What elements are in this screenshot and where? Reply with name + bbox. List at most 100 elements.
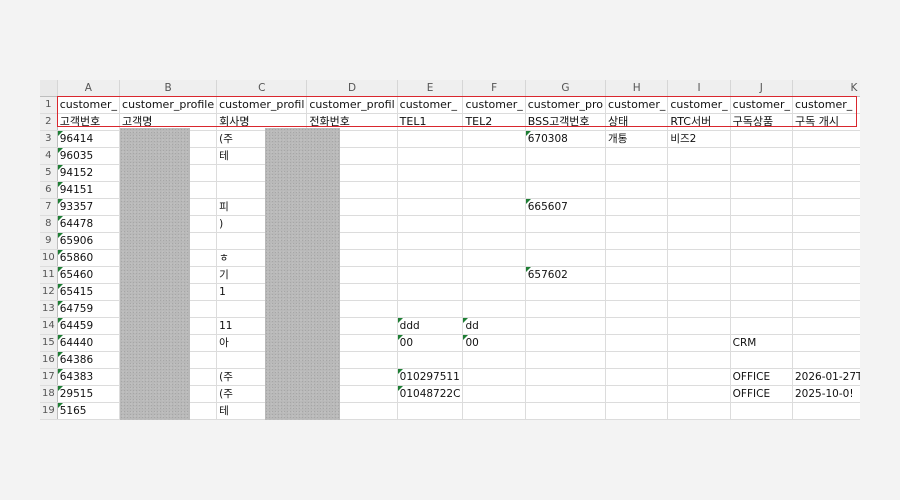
cell-h14[interactable] (605, 317, 669, 335)
cell-i7[interactable] (667, 198, 731, 216)
cell-a7[interactable]: 93357 (57, 198, 121, 216)
cell-i17[interactable] (667, 368, 731, 386)
cell-a14[interactable]: 64459 (57, 317, 121, 335)
cell-k8[interactable] (792, 215, 860, 233)
cell-d1[interactable]: customer_profil (306, 96, 398, 114)
cell-e19[interactable] (397, 402, 464, 420)
cell-g8[interactable] (525, 215, 607, 233)
cell-h15[interactable] (605, 334, 669, 352)
cell-g15[interactable] (525, 334, 607, 352)
cell-f20[interactable] (462, 419, 526, 420)
cell-k19[interactable] (792, 402, 860, 420)
cell-j3[interactable] (730, 130, 793, 148)
cell-i2[interactable]: RTC서버 (667, 113, 731, 131)
cell-f15[interactable]: 00 (462, 334, 526, 352)
cell-h2[interactable]: 상태 (605, 113, 669, 131)
cell-h8[interactable] (605, 215, 669, 233)
cell-h3[interactable]: 개통 (605, 130, 669, 148)
cell-h19[interactable] (605, 402, 669, 420)
cell-g17[interactable] (525, 368, 607, 386)
cell-b1[interactable]: customer_profile (119, 96, 218, 114)
cell-f8[interactable] (462, 215, 526, 233)
cell-a19[interactable]: 5165 (57, 402, 121, 420)
cell-j13[interactable] (730, 300, 793, 318)
cell-h6[interactable] (605, 181, 669, 199)
cell-c1[interactable]: customer_profil (216, 96, 308, 114)
cell-f16[interactable] (462, 351, 526, 369)
row-header[interactable]: 4 (40, 147, 58, 165)
cell-e20[interactable] (397, 419, 464, 420)
cell-e6[interactable] (397, 181, 464, 199)
row-header[interactable]: 2 (40, 113, 58, 131)
cell-f6[interactable] (462, 181, 526, 199)
cell-g3[interactable]: 670308 (525, 130, 607, 148)
cell-i12[interactable] (667, 283, 731, 301)
column-header-k[interactable]: K (792, 80, 860, 97)
row-header[interactable]: 3 (40, 130, 58, 148)
row-header[interactable]: 13 (40, 300, 58, 318)
cell-h4[interactable] (605, 147, 669, 165)
cell-e7[interactable] (397, 198, 464, 216)
column-header-a[interactable]: A (57, 80, 121, 97)
cell-j19[interactable] (730, 402, 793, 420)
cell-j5[interactable] (730, 164, 793, 182)
row-header[interactable]: 7 (40, 198, 58, 216)
cell-i18[interactable] (667, 385, 731, 403)
cell-a8[interactable]: 64478 (57, 215, 121, 233)
cell-g14[interactable] (525, 317, 607, 335)
cell-j6[interactable] (730, 181, 793, 199)
cell-e18[interactable]: 01048722C (397, 385, 464, 403)
row-header[interactable]: 17 (40, 368, 58, 386)
cell-k14[interactable] (792, 317, 860, 335)
cell-i13[interactable] (667, 300, 731, 318)
cell-f4[interactable] (462, 147, 526, 165)
cell-a12[interactable]: 65415 (57, 283, 121, 301)
cell-h5[interactable] (605, 164, 669, 182)
cell-h17[interactable] (605, 368, 669, 386)
cell-k4[interactable] (792, 147, 860, 165)
cell-j11[interactable] (730, 266, 793, 284)
cell-e11[interactable] (397, 266, 464, 284)
cell-a11[interactable]: 65460 (57, 266, 121, 284)
select-all-corner[interactable] (40, 80, 58, 97)
cell-i1[interactable]: customer_ (667, 96, 731, 114)
cell-j17[interactable]: OFFICE (730, 368, 793, 386)
cell-k9[interactable] (792, 232, 860, 250)
row-header[interactable]: 8 (40, 215, 58, 233)
cell-f19[interactable] (462, 402, 526, 420)
cell-a3[interactable]: 96414 (57, 130, 121, 148)
cell-a16[interactable]: 64386 (57, 351, 121, 369)
cell-k13[interactable] (792, 300, 860, 318)
cell-a20[interactable]: 5162 (57, 419, 121, 420)
cell-g18[interactable] (525, 385, 607, 403)
column-header-f[interactable]: F (462, 80, 526, 97)
cell-a6[interactable]: 94151 (57, 181, 121, 199)
cell-h12[interactable] (605, 283, 669, 301)
cell-a9[interactable]: 65906 (57, 232, 121, 250)
cell-k18[interactable]: 2025-10-0! (792, 385, 860, 403)
cell-k17[interactable]: 2026-01-27T15:00:00. (792, 368, 860, 386)
cell-g19[interactable] (525, 402, 607, 420)
cell-j18[interactable]: OFFICE (730, 385, 793, 403)
column-header-j[interactable]: J (730, 80, 793, 97)
cell-g4[interactable] (525, 147, 607, 165)
cell-f17[interactable] (462, 368, 526, 386)
cell-h13[interactable] (605, 300, 669, 318)
cell-k20[interactable] (792, 419, 860, 420)
cell-e15[interactable]: 00 (397, 334, 464, 352)
cell-j9[interactable] (730, 232, 793, 250)
row-header[interactable]: 12 (40, 283, 58, 301)
column-header-g[interactable]: G (525, 80, 607, 97)
cell-a13[interactable]: 64759 (57, 300, 121, 318)
cell-h9[interactable] (605, 232, 669, 250)
row-header[interactable]: 16 (40, 351, 58, 369)
cell-g16[interactable] (525, 351, 607, 369)
cell-f18[interactable] (462, 385, 526, 403)
cell-h7[interactable] (605, 198, 669, 216)
cell-k10[interactable] (792, 249, 860, 267)
row-header[interactable]: 20 (40, 419, 58, 420)
cell-e1[interactable]: customer_ (397, 96, 464, 114)
cell-j1[interactable]: customer_ (730, 96, 793, 114)
cell-j10[interactable] (730, 249, 793, 267)
cell-k1[interactable]: customer_ (792, 96, 860, 114)
